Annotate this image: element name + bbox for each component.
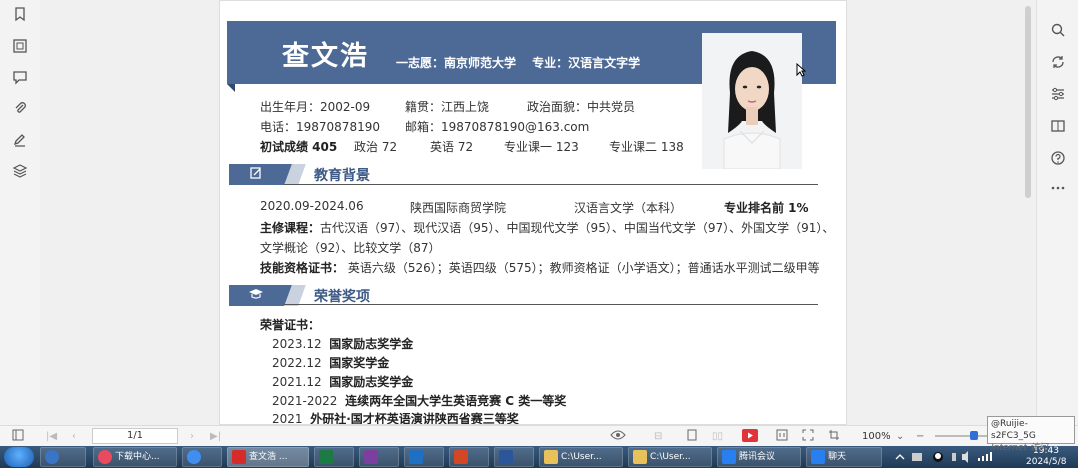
aspiration-text: 一志愿：南京师范大学 专业：汉语言文字学 bbox=[396, 56, 641, 70]
last-page-icon[interactable]: ▶| bbox=[210, 429, 221, 444]
education-divider bbox=[284, 184, 818, 185]
mouse-cursor-icon bbox=[796, 63, 806, 77]
taskbar-item[interactable] bbox=[314, 447, 354, 467]
birth-date: 出生年月：2002-09 bbox=[260, 100, 371, 114]
email: 邮箱：19870878190@163.com bbox=[405, 120, 590, 134]
phone: 电话：19870878190 bbox=[260, 120, 380, 134]
taskbar-item[interactable]: 腾讯会议 bbox=[717, 447, 801, 467]
zoom-slider-knob[interactable] bbox=[970, 431, 978, 440]
attachment-icon[interactable] bbox=[12, 100, 28, 116]
award-item: 2023.12 国家励志奖学金 bbox=[272, 337, 414, 351]
edu-courses-cont: 文学概论（92）、比较文学（87） bbox=[260, 241, 441, 255]
thumbnail-icon[interactable] bbox=[12, 38, 28, 54]
zoom-dropdown-icon[interactable]: ⌄ bbox=[896, 429, 904, 444]
award-item: 2021.12 国家励志奖学金 bbox=[272, 375, 414, 389]
native-place: 籍贯：江西上饶 bbox=[405, 100, 490, 114]
compare-icon[interactable] bbox=[1049, 118, 1067, 136]
education-title: 教育背景 bbox=[314, 168, 370, 184]
comment-icon[interactable] bbox=[12, 69, 28, 85]
right-toolbar bbox=[1036, 0, 1078, 425]
exam-score: 初试成绩 405 bbox=[260, 140, 338, 154]
score-course1: 专业课一 123 bbox=[504, 140, 579, 154]
candidate-name: 查文浩 bbox=[282, 41, 369, 72]
document-page: 查文浩 一志愿：南京师范大学 专业：汉语言文字学 出生年月：2002-09 籍贯… bbox=[219, 0, 847, 425]
double-page-icon[interactable]: ▯▯ bbox=[712, 429, 723, 444]
taskbar-item[interactable]: 下载中心... bbox=[93, 447, 177, 467]
crop-icon[interactable] bbox=[828, 429, 840, 444]
score-politics: 政治 72 bbox=[354, 140, 398, 154]
fit-width-icon[interactable]: ⊟ bbox=[654, 429, 662, 444]
honors-section-tab bbox=[229, 285, 294, 306]
eye-icon[interactable] bbox=[610, 429, 626, 444]
edu-school: 陕西国际商贸学院 bbox=[410, 201, 507, 215]
vertical-scrollbar[interactable] bbox=[1022, 0, 1034, 425]
zoom-out-icon[interactable]: − bbox=[916, 429, 924, 444]
honors-cert-label: 荣誉证书： bbox=[260, 318, 321, 332]
fit-page-icon[interactable] bbox=[776, 429, 788, 444]
zoom-level[interactable]: 100% bbox=[862, 429, 891, 444]
id-photo bbox=[702, 33, 802, 169]
edu-rank: 专业排名前 1% bbox=[724, 201, 809, 215]
award-item: 2021-2022 连续两年全国大学生英语竞赛 C 类一等奖 bbox=[272, 394, 567, 408]
network-tooltip: @Ruijie-s2FC3_5G Internet 访问 bbox=[987, 416, 1075, 453]
zoom-slider[interactable] bbox=[935, 435, 991, 437]
political-status: 政治面貌：中共党员 bbox=[527, 100, 636, 114]
rotate-icon[interactable] bbox=[1049, 54, 1067, 72]
taskbar-item[interactable] bbox=[494, 447, 534, 467]
edu-skills: 技能资格证书： 英语六级（526）；英语四级（575）；教师资格证（小学语文）；… bbox=[260, 261, 820, 275]
award-item: 2021 外研社·国才杯英语演讲陕西省赛三等奖 bbox=[272, 412, 519, 425]
taskbar-item[interactable] bbox=[182, 447, 222, 467]
next-page-icon[interactable]: › bbox=[190, 429, 194, 444]
sign-icon[interactable] bbox=[12, 132, 28, 148]
taskbar-item-active[interactable]: 查文浩 ... bbox=[227, 447, 309, 467]
first-page-icon[interactable]: |◀ bbox=[46, 429, 57, 444]
prev-page-icon[interactable]: ‹ bbox=[72, 429, 76, 444]
page-number-input[interactable]: 1/1 bbox=[92, 428, 178, 444]
education-section-tab bbox=[229, 164, 294, 185]
edu-period: 2020.09-2024.06 bbox=[260, 199, 364, 213]
search-icon[interactable] bbox=[1049, 22, 1067, 40]
honors-title: 荣誉奖项 bbox=[314, 289, 370, 305]
settings-icon[interactable] bbox=[1049, 86, 1067, 104]
taskbar-item[interactable] bbox=[449, 447, 489, 467]
taskbar-item[interactable]: 聊天 bbox=[806, 447, 882, 467]
edit-icon bbox=[247, 166, 265, 183]
single-page-icon[interactable] bbox=[687, 429, 697, 444]
windows-taskbar: 下载中心... 查文浩 ... C:\User... C:\User... 腾讯… bbox=[0, 446, 1078, 468]
taskbar-item[interactable]: C:\User... bbox=[628, 447, 712, 467]
honors-divider bbox=[284, 304, 818, 305]
left-toolbar bbox=[0, 0, 40, 425]
graduation-cap-icon bbox=[247, 287, 265, 304]
sidebar-toggle-icon[interactable] bbox=[12, 429, 24, 444]
score-english: 英语 72 bbox=[430, 140, 474, 154]
edu-courses: 主修课程：古代汉语（97）、现代汉语（95）、中国现代文学（95）、中国当代文学… bbox=[260, 221, 835, 235]
scrollbar-thumb[interactable] bbox=[1025, 6, 1031, 198]
more-icon[interactable] bbox=[1049, 180, 1067, 198]
taskbar-app-icon[interactable] bbox=[40, 447, 86, 467]
edu-major: 汉语言文学（本科） bbox=[574, 201, 683, 215]
award-item: 2022.12 国家奖学金 bbox=[272, 356, 390, 370]
score-course2: 专业课二 138 bbox=[609, 140, 684, 154]
fullscreen-icon[interactable] bbox=[802, 429, 814, 444]
help-icon[interactable] bbox=[1049, 150, 1067, 168]
taskbar-item[interactable]: C:\User... bbox=[539, 447, 623, 467]
header-fold bbox=[227, 84, 235, 92]
play-icon[interactable] bbox=[742, 429, 758, 444]
taskbar-item[interactable] bbox=[404, 447, 444, 467]
start-button[interactable] bbox=[4, 447, 34, 467]
layers-icon[interactable] bbox=[12, 163, 28, 179]
status-bar: |◀ ‹ 1/1 › ▶| ⊟ ▯▯ 100% ⌄ − bbox=[0, 425, 1078, 446]
bookmark-icon[interactable] bbox=[12, 6, 28, 22]
taskbar-item[interactable] bbox=[359, 447, 399, 467]
